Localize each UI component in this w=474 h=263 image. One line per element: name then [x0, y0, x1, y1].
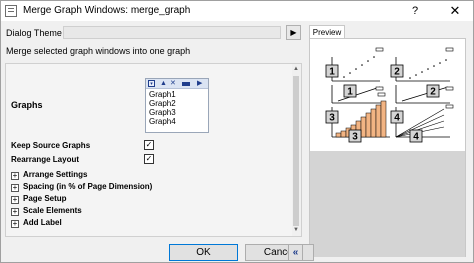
- scroll-down-icon[interactable]: ▼: [293, 227, 299, 233]
- move-up-icon[interactable]: ▲: [160, 80, 167, 88]
- legend-box: [377, 92, 386, 97]
- scroll-thumb[interactable]: [293, 76, 299, 226]
- graph2-points: [409, 59, 447, 79]
- keep-source-graphs-label: Keep Source Graphs: [11, 141, 91, 150]
- graph1-points: [343, 56, 375, 78]
- dialog-description: Merge selected graph windows into one gr…: [6, 46, 191, 56]
- clear-icon[interactable]: [182, 82, 190, 86]
- expand-plus-icon: +: [11, 183, 19, 192]
- expander-label: Spacing (in % of Page Dimension): [23, 182, 153, 191]
- graph2b-line: [401, 86, 449, 102]
- expander-label: Add Label: [23, 218, 62, 227]
- title-bar: Merge Graph Windows: merge_graph ? ✕: [1, 1, 473, 21]
- tab-preview[interactable]: Preview: [309, 25, 345, 39]
- panel-number: 3: [329, 113, 335, 124]
- ok-button[interactable]: OK: [169, 244, 238, 261]
- dialog-theme-input[interactable]: [63, 26, 281, 39]
- legend-box: [445, 86, 454, 91]
- expander-label: Page Setup: [23, 194, 67, 203]
- keep-source-graphs-checkbox[interactable]: ✓: [144, 140, 154, 150]
- settings-scrollbar[interactable]: ▲ ▼: [292, 64, 301, 236]
- legend-box: [445, 47, 454, 52]
- window-title: Merge Graph Windows: merge_graph: [23, 5, 191, 16]
- preview-empty-area: [310, 151, 465, 257]
- panel-number: 4: [413, 132, 419, 143]
- expand-plus-icon: +: [11, 171, 19, 180]
- scroll-up-icon[interactable]: ▲: [293, 66, 299, 72]
- panel-number: 3: [352, 132, 358, 143]
- merge-graph-dialog: Merge Graph Windows: merge_graph ? ✕ Dia…: [0, 0, 474, 263]
- expander-label: Arrange Settings: [23, 170, 88, 179]
- panel-number: 2: [394, 67, 400, 78]
- remove-icon[interactable]: ✕: [170, 80, 176, 88]
- arrange-settings-expander[interactable]: + Arrange Settings: [11, 170, 87, 180]
- app-icon: [5, 5, 17, 17]
- spacing-expander[interactable]: + Spacing (in % of Page Dimension): [11, 182, 152, 192]
- select-graph-icon[interactable]: ▾: [148, 80, 155, 87]
- collapse-panel-button[interactable]: «: [288, 244, 303, 261]
- panel-number: 1: [329, 67, 335, 78]
- graph-list[interactable]: ▾ ▲ ✕ ▶ Graph1 Graph2 Graph3 Graph4: [145, 78, 209, 133]
- panel-number: 4: [394, 113, 400, 124]
- close-button[interactable]: ✕: [439, 1, 471, 21]
- expand-plus-icon: +: [11, 207, 19, 216]
- merged-graph-preview: 1 2 1 2 3 4 3 4: [325, 47, 454, 143]
- expand-plus-icon: +: [11, 195, 19, 204]
- graphs-label: Graphs: [11, 100, 43, 110]
- graph-list-item[interactable]: Graph1: [149, 90, 176, 99]
- panel-number: 1: [347, 87, 353, 98]
- scale-elements-expander[interactable]: + Scale Elements: [11, 206, 82, 216]
- play-icon[interactable]: ▶: [197, 80, 202, 88]
- preview-panel: 1 2 1 2 3 4 3 4: [309, 38, 466, 257]
- settings-panel: Graphs ▾ ▲ ✕ ▶ Graph1 Graph2 Graph3 Grap…: [5, 63, 302, 237]
- theme-menu-arrow-icon[interactable]: ▶: [286, 25, 301, 40]
- legend-box: [375, 47, 384, 52]
- page-setup-expander[interactable]: + Page Setup: [11, 194, 67, 204]
- graph-list-item[interactable]: Graph2: [149, 99, 176, 108]
- expander-label: Scale Elements: [23, 206, 82, 215]
- help-button[interactable]: ?: [399, 1, 431, 21]
- legend-box: [445, 104, 454, 109]
- dialog-theme-label: Dialog Theme: [6, 28, 62, 38]
- expand-plus-icon: +: [11, 219, 19, 228]
- graph-list-item[interactable]: Graph3: [149, 108, 176, 117]
- cancel-button[interactable]: Cancel: [245, 244, 314, 261]
- legend-box: [375, 86, 384, 91]
- graph-list-item[interactable]: Graph4: [149, 117, 176, 126]
- rearrange-layout-label: Rearrange Layout: [11, 155, 80, 164]
- rearrange-layout-checkbox[interactable]: ✓: [144, 154, 154, 164]
- graph-list-toolbar: ▾ ▲ ✕ ▶: [146, 79, 208, 89]
- add-label-expander[interactable]: + Add Label: [11, 218, 62, 228]
- panel-number: 2: [430, 87, 436, 98]
